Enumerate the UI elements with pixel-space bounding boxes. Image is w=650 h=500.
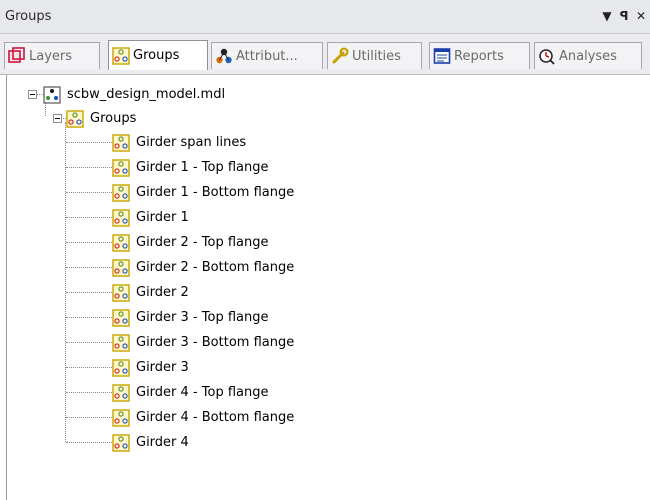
wrench-icon — [331, 47, 349, 65]
tree-root-model[interactable]: scbw_design_model.mdl — [43, 85, 225, 105]
group-item[interactable]: Girder span lines — [112, 133, 246, 153]
model-icon — [43, 86, 61, 104]
groups-tree: scbw_design_model.mdl Groups Girder span… — [0, 75, 650, 500]
group-icon — [112, 284, 130, 302]
tree-connector — [66, 392, 112, 393]
analyses-icon — [538, 47, 556, 65]
tab-layers[interactable]: Layers — [4, 42, 100, 69]
tree-connector — [66, 342, 112, 343]
tree-connector — [65, 122, 66, 442]
tree-connector — [66, 242, 112, 243]
tree-connector — [66, 267, 112, 268]
tab-strip: Layers Groups Attribut... Utilities Repo… — [0, 34, 650, 75]
tree-connector — [66, 292, 112, 293]
group-icon — [112, 334, 130, 352]
group-icon — [112, 184, 130, 202]
group-icon — [112, 434, 130, 452]
panel-close-button[interactable]: ✕ — [634, 8, 648, 24]
tree-connector — [66, 317, 112, 318]
group-item[interactable]: Girder 1 - Bottom flange — [112, 183, 294, 203]
group-item[interactable]: Girder 3 — [112, 358, 189, 378]
tree-root-label: scbw_design_model.mdl — [67, 87, 226, 102]
tab-analyses[interactable]: Analyses — [534, 42, 642, 69]
group-item[interactable]: Girder 1 — [112, 208, 189, 228]
group-item-label: Girder 2 - Top flange — [136, 235, 269, 250]
panel-title: Groups — [5, 9, 52, 24]
tree-connector — [66, 167, 112, 168]
tab-reports[interactable]: Reports — [429, 42, 530, 69]
group-icon — [112, 384, 130, 402]
reports-icon — [433, 47, 451, 65]
tab-attributes-label: Attribut... — [236, 48, 298, 64]
root-collapse-toggle[interactable] — [28, 90, 37, 99]
tree-groups-node[interactable]: Groups — [66, 109, 136, 129]
group-item-label: Girder 1 - Top flange — [136, 160, 269, 175]
group-icon — [112, 359, 130, 377]
group-icon — [112, 259, 130, 277]
group-item[interactable]: Girder 3 - Top flange — [112, 308, 268, 328]
tree-connector — [66, 217, 112, 218]
groups-icon — [112, 46, 130, 65]
groups-collapse-toggle[interactable] — [53, 114, 62, 123]
panel-menu-dropdown[interactable]: ▼ — [600, 8, 614, 24]
group-item[interactable]: Girder 4 - Top flange — [112, 383, 268, 403]
group-item-label: Girder 1 - Bottom flange — [136, 185, 295, 200]
tree-connector — [66, 367, 112, 368]
group-item-label: Girder 3 — [136, 360, 189, 375]
group-item-label: Girder 4 - Top flange — [136, 385, 269, 400]
panel-titlebar: Groups ▼ ꟼ ✕ — [0, 0, 650, 34]
tab-layers-label: Layers — [29, 48, 73, 64]
group-item-label: Girder 3 - Bottom flange — [136, 335, 295, 350]
group-item[interactable]: Girder 2 - Top flange — [112, 233, 268, 253]
tab-reports-label: Reports — [454, 48, 504, 64]
group-item-label: Girder 2 - Bottom flange — [136, 260, 295, 275]
group-icon — [112, 159, 130, 177]
tab-utilities-label: Utilities — [352, 48, 401, 64]
tree-connector — [66, 417, 112, 418]
group-item-label: Girder span lines — [136, 135, 247, 150]
group-icon — [112, 134, 130, 152]
tree-connector — [66, 192, 112, 193]
tab-groups[interactable]: Groups — [108, 40, 208, 70]
groups-folder-icon — [66, 110, 84, 128]
group-item[interactable]: Girder 4 - Bottom flange — [112, 408, 294, 428]
group-item[interactable]: Girder 2 - Bottom flange — [112, 258, 294, 278]
panel-pin-button[interactable]: ꟼ — [617, 8, 631, 24]
group-item[interactable]: Girder 1 - Top flange — [112, 158, 268, 178]
group-icon — [112, 409, 130, 427]
layers-icon — [8, 47, 26, 65]
tab-attributes[interactable]: Attribut... — [211, 42, 323, 69]
group-item[interactable]: Girder 3 - Bottom flange — [112, 333, 294, 353]
group-icon — [112, 234, 130, 252]
group-icon — [112, 309, 130, 327]
tab-groups-label: Groups — [133, 48, 180, 63]
tree-connector — [66, 442, 112, 443]
group-item[interactable]: Girder 4 — [112, 433, 189, 453]
group-item-label: Girder 4 - Bottom flange — [136, 410, 295, 425]
group-item[interactable]: Girder 2 — [112, 283, 189, 303]
group-item-label: Girder 4 — [136, 435, 189, 450]
group-item-label: Girder 2 — [136, 285, 189, 300]
group-item-label: Girder 1 — [136, 210, 189, 225]
tab-analyses-label: Analyses — [559, 48, 617, 64]
groups-tree-panel: scbw_design_model.mdl Groups Girder span… — [0, 75, 650, 500]
tree-groups-label: Groups — [90, 111, 137, 126]
tab-utilities[interactable]: Utilities — [327, 42, 422, 69]
group-item-label: Girder 3 - Top flange — [136, 310, 269, 325]
group-icon — [112, 209, 130, 227]
attributes-icon — [215, 47, 233, 65]
tree-connector — [66, 142, 112, 143]
